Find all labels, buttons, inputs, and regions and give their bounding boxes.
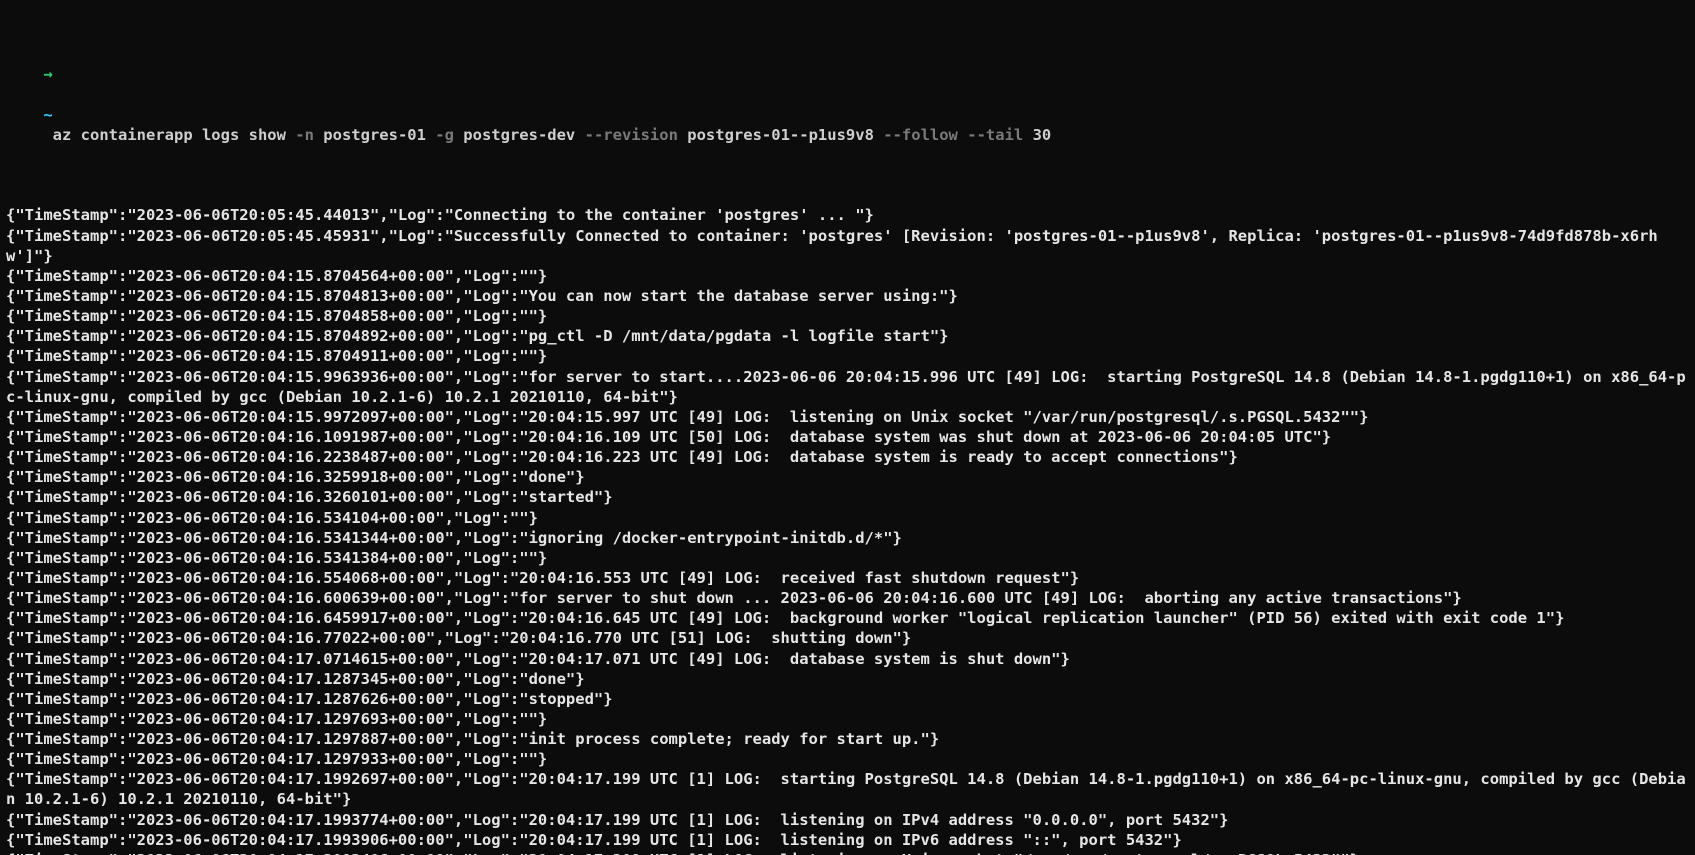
prompt-seg-cmd: az containerapp logs show	[53, 126, 286, 144]
log-line: {"TimeStamp":"2023-06-06T20:04:17.209240…	[6, 850, 1689, 855]
prompt-seg-flag: --follow	[874, 126, 958, 144]
log-line: {"TimeStamp":"2023-06-06T20:04:17.128734…	[6, 669, 1689, 689]
log-line: {"TimeStamp":"2023-06-06T20:04:15.870456…	[6, 266, 1689, 286]
log-line: {"TimeStamp":"2023-06-06T20:04:17.199269…	[6, 769, 1689, 809]
log-line: {"TimeStamp":"2023-06-06T20:04:17.199377…	[6, 810, 1689, 830]
log-line: {"TimeStamp":"2023-06-06T20:04:16.554068…	[6, 568, 1689, 588]
log-line: {"TimeStamp":"2023-06-06T20:04:16.326010…	[6, 487, 1689, 507]
log-line: {"TimeStamp":"2023-06-06T20:04:16.534138…	[6, 548, 1689, 568]
log-line: {"TimeStamp":"2023-06-06T20:04:16.109198…	[6, 427, 1689, 447]
log-line: {"TimeStamp":"2023-06-06T20:04:17.129788…	[6, 729, 1689, 749]
log-line: {"TimeStamp":"2023-06-06T20:05:45.45931"…	[6, 226, 1689, 266]
log-line: {"TimeStamp":"2023-06-06T20:04:16.645991…	[6, 608, 1689, 628]
log-line: {"TimeStamp":"2023-06-06T20:04:16.223848…	[6, 447, 1689, 467]
log-lines: {"TimeStamp":"2023-06-06T20:05:45.44013"…	[6, 205, 1689, 855]
log-line: {"TimeStamp":"2023-06-06T20:04:15.997209…	[6, 407, 1689, 427]
log-line: {"TimeStamp":"2023-06-06T20:04:16.325991…	[6, 467, 1689, 487]
log-line: {"TimeStamp":"2023-06-06T20:04:15.870485…	[6, 306, 1689, 326]
prompt-seg-flag: -n	[286, 126, 314, 144]
log-line: {"TimeStamp":"2023-06-06T20:04:15.870491…	[6, 346, 1689, 366]
log-line: {"TimeStamp":"2023-06-06T20:04:16.534134…	[6, 528, 1689, 548]
prompt-seg-flag: --tail	[958, 126, 1023, 144]
prompt-seg-argval: postgres-dev	[454, 126, 575, 144]
log-line: {"TimeStamp":"2023-06-06T20:04:16.77022+…	[6, 628, 1689, 648]
log-line: {"TimeStamp":"2023-06-06T20:04:15.996393…	[6, 367, 1689, 407]
prompt-seg-argval: postgres-01--p1us9v8	[678, 126, 874, 144]
prompt-seg-flag: -g	[426, 126, 454, 144]
prompt-seg-flag: --revision	[575, 126, 678, 144]
prompt-seg-argval: 30	[1023, 126, 1051, 144]
prompt-command: az containerapp logs show -n postgres-01…	[53, 126, 1052, 144]
log-line: {"TimeStamp":"2023-06-06T20:04:17.128762…	[6, 689, 1689, 709]
prompt-cwd: ~	[43, 106, 52, 124]
log-line: {"TimeStamp":"2023-06-06T20:05:45.44013"…	[6, 205, 1689, 225]
log-line: {"TimeStamp":"2023-06-06T20:04:17.071461…	[6, 649, 1689, 669]
log-line: {"TimeStamp":"2023-06-06T20:04:15.870481…	[6, 286, 1689, 306]
log-line: {"TimeStamp":"2023-06-06T20:04:16.600639…	[6, 588, 1689, 608]
prompt-line: → ~ az containerapp logs show -n postgre…	[6, 44, 1689, 165]
log-line: {"TimeStamp":"2023-06-06T20:04:16.534104…	[6, 508, 1689, 528]
log-line: {"TimeStamp":"2023-06-06T20:04:17.129793…	[6, 749, 1689, 769]
log-line: {"TimeStamp":"2023-06-06T20:04:15.870489…	[6, 326, 1689, 346]
prompt-seg-argval: postgres-01	[314, 126, 426, 144]
log-line: {"TimeStamp":"2023-06-06T20:04:17.129769…	[6, 709, 1689, 729]
log-line: {"TimeStamp":"2023-06-06T20:04:17.199390…	[6, 830, 1689, 850]
terminal-output[interactable]: → ~ az containerapp logs show -n postgre…	[0, 0, 1695, 855]
prompt-arrow-icon: →	[43, 65, 52, 83]
